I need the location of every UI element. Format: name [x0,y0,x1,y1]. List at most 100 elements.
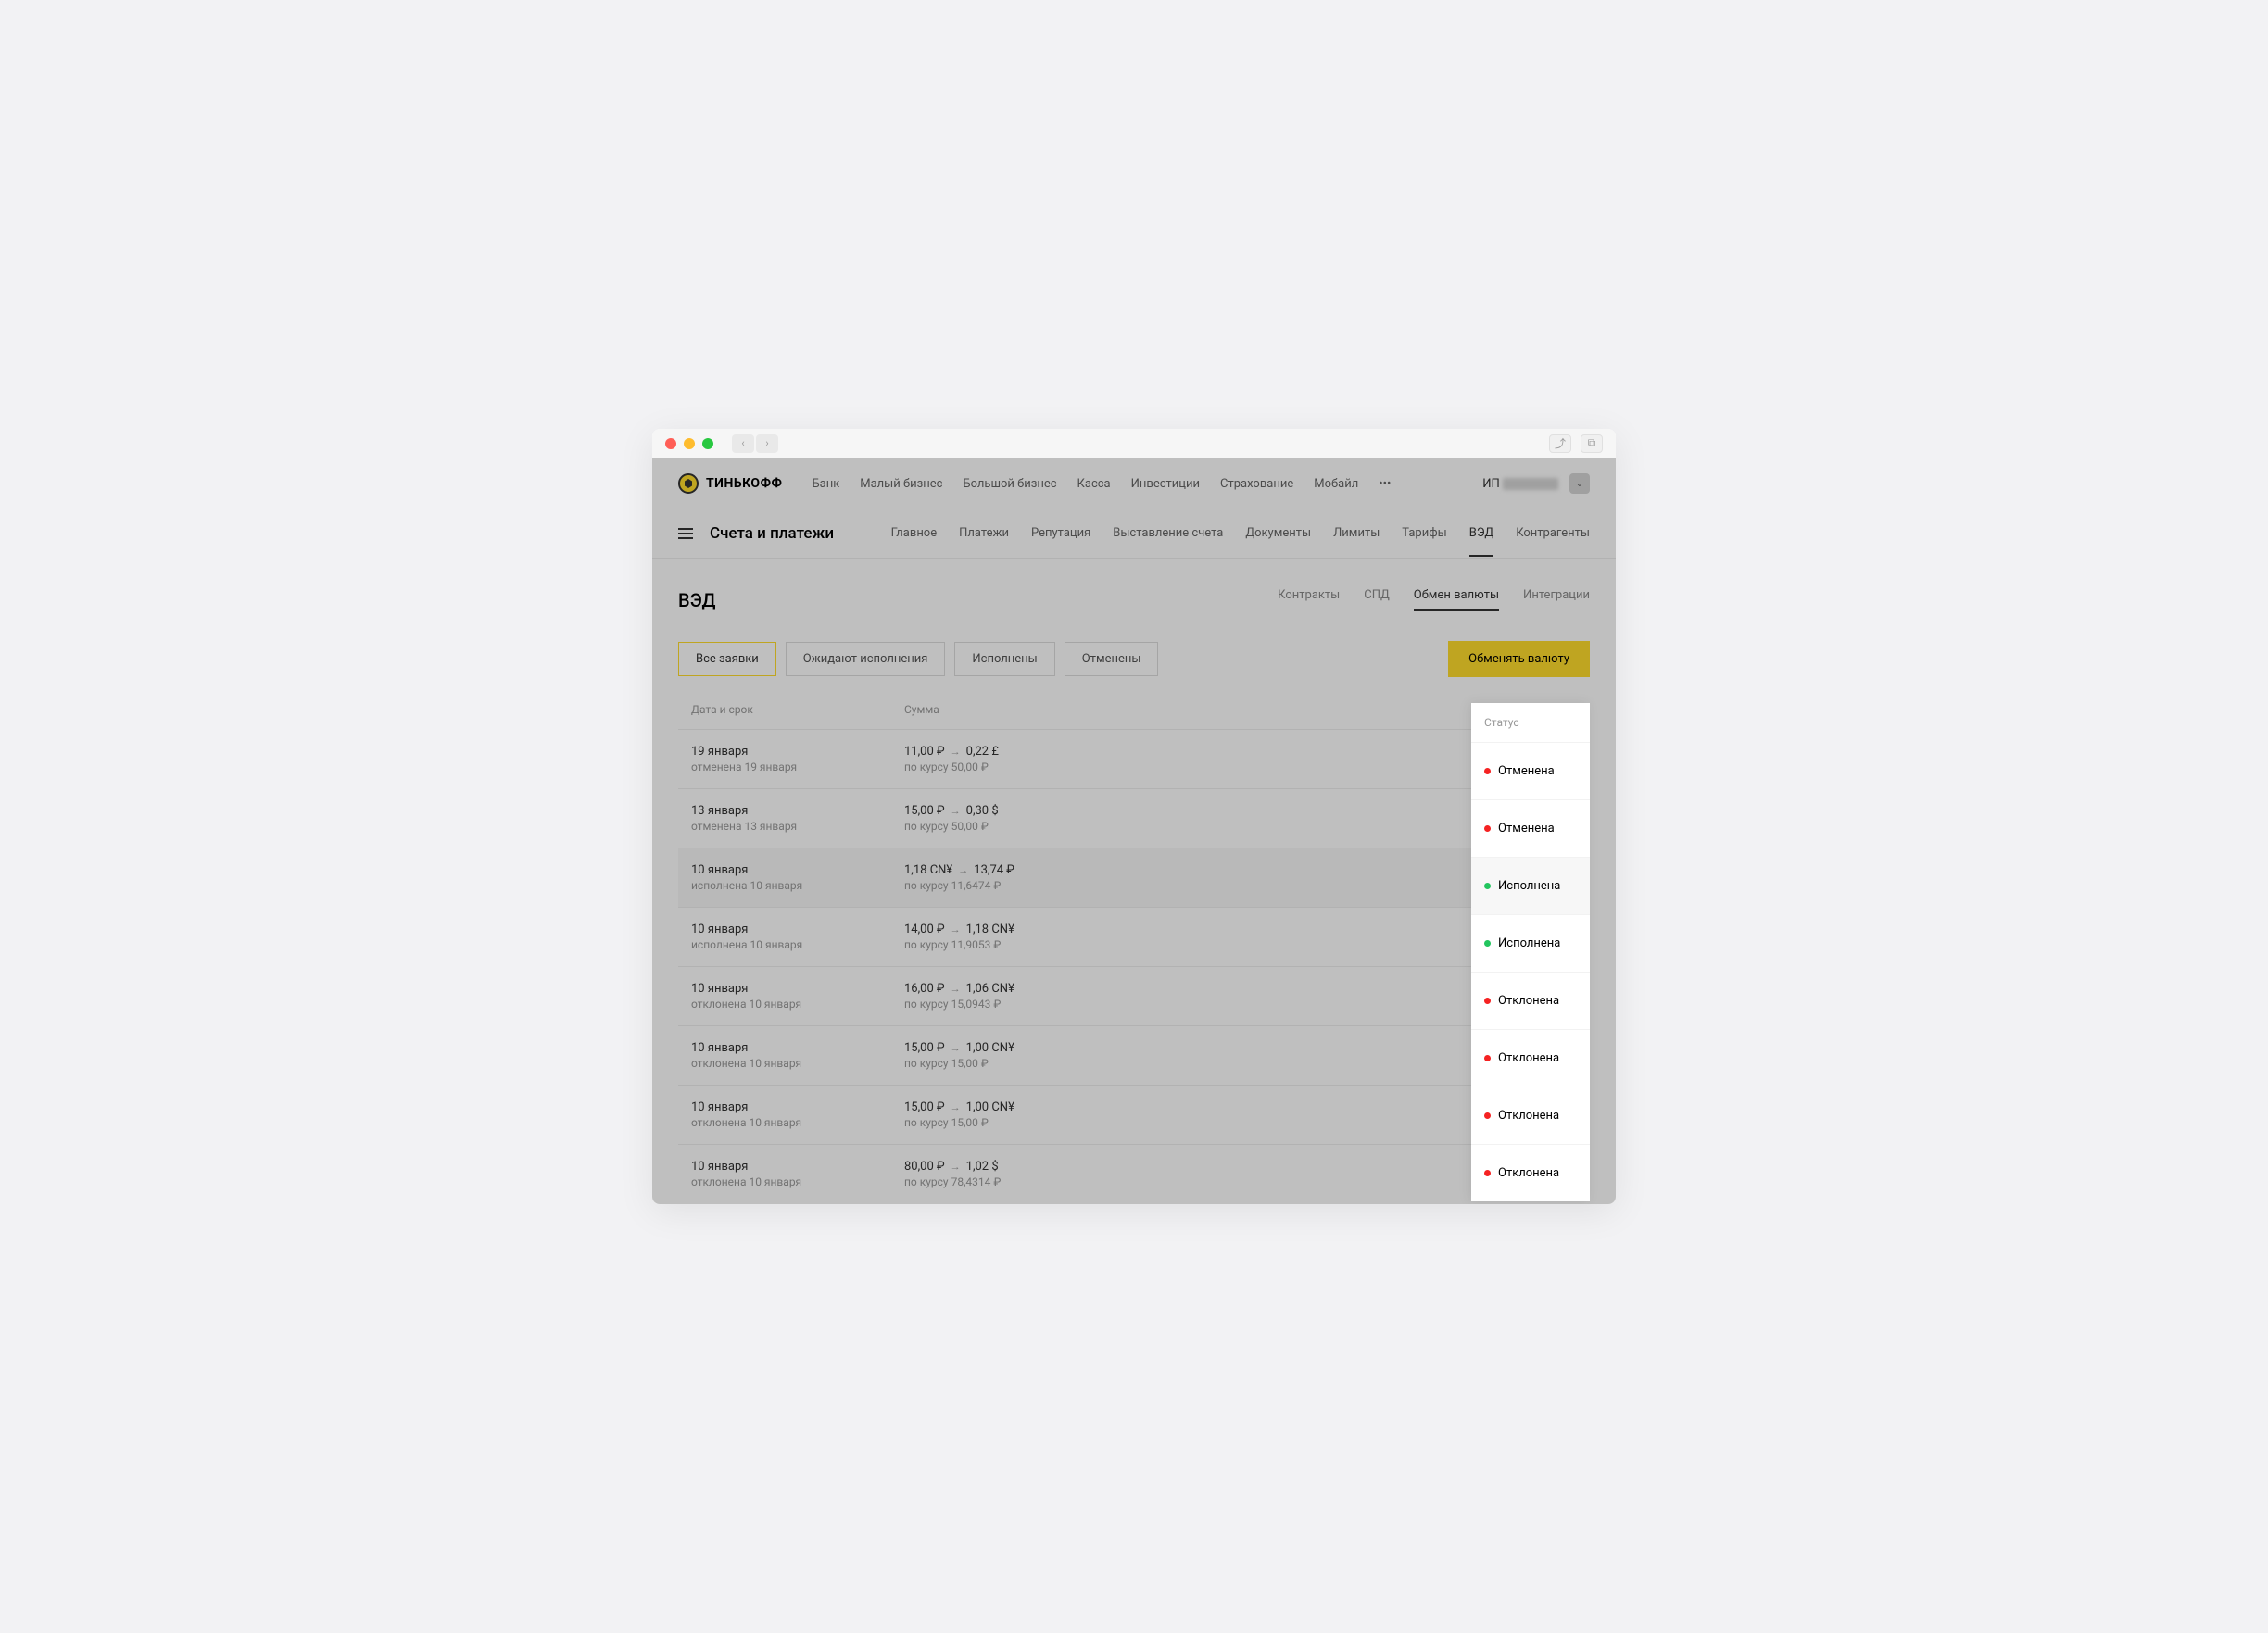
date-text: 10 января [691,1100,904,1114]
share-icon[interactable]: ⤴ [1549,434,1571,453]
amount-from: 1,18 CN¥ [904,863,952,877]
amount-to: 1,18 CN¥ [966,923,1014,936]
app-content: ТИНЬКОФФ Банк Малый бизнес Большой бизнес К… [652,458,1616,1204]
page-tab[interactable]: СПД [1364,588,1390,611]
back-button[interactable]: ‹ [732,434,754,453]
row-date: 10 января отклонена 10 января [691,1160,904,1188]
page-tab[interactable]: Интеграции [1523,588,1590,611]
filter-button[interactable]: Ожидают исполнения [786,642,946,676]
amount-to: 13,74 ₽ [974,863,1014,877]
status-header: Статус [1471,703,1590,742]
status-row[interactable]: Отменена [1471,742,1590,799]
subnav-item[interactable]: Документы [1245,526,1311,557]
topnav-item[interactable]: Банк [812,477,839,491]
date-text: 10 января [691,982,904,996]
table-row[interactable]: 19 января отменена 19 января 11,00 ₽ → 0… [678,729,1590,788]
top-nav: ТИНЬКОФФ Банк Малый бизнес Большой бизнес К… [652,458,1616,509]
status-row[interactable]: Исполнена [1471,857,1590,914]
amount-to: 0,30 $ [966,804,999,818]
tabs-icon[interactable]: ⧉ [1581,434,1603,453]
brand-name: ТИНЬКОФФ [706,476,782,491]
topnav-item[interactable]: ••• [1379,477,1391,491]
titlebar: ‹ › ⤴ ⧉ [652,429,1616,458]
status-dot-icon [1484,998,1491,1004]
topnav-item[interactable]: Страхование [1220,477,1293,491]
amount-to: 1,06 CN¥ [966,982,1014,996]
maximize-window[interactable] [702,438,713,449]
table-row[interactable]: 10 января исполнена 10 января 1,18 CN¥ →… [678,848,1590,907]
status-label: Отклонена [1498,994,1559,1008]
subnav-item[interactable]: Контрагенты [1516,526,1590,557]
subnav-item[interactable]: ВЭД [1469,526,1493,557]
table-row[interactable]: 10 января отклонена 10 января 15,00 ₽ → … [678,1025,1590,1085]
status-dot-icon [1484,1055,1491,1061]
status-row[interactable]: Отклонена [1471,972,1590,1029]
subnav-item[interactable]: Лимиты [1333,526,1380,557]
status-label: Отклонена [1498,1109,1559,1123]
date-sub: отклонена 10 января [691,1175,904,1188]
table-row[interactable]: 10 января исполнена 10 января 14,00 ₽ → … [678,907,1590,966]
amount-from: 14,00 ₽ [904,923,945,936]
amount-from: 80,00 ₽ [904,1160,945,1174]
status-row[interactable]: Отклонена [1471,1087,1590,1144]
subnav-item[interactable]: Платежи [959,526,1009,557]
user-name-blurred [1503,478,1558,490]
row-date: 10 января исполнена 10 января [691,863,904,892]
close-window[interactable] [665,438,676,449]
arrow-right-icon: → [951,1101,961,1113]
table-row[interactable]: 10 января отклонена 10 января 80,00 ₽ → … [678,1144,1590,1203]
page-tab[interactable]: Контракты [1278,588,1340,611]
table-row[interactable]: 10 января отклонена 10 января 15,00 ₽ → … [678,1085,1590,1144]
topnav-item[interactable]: Малый бизнес [860,477,942,491]
row-date: 10 января отклонена 10 января [691,1041,904,1070]
table-row[interactable]: 10 января отклонена 10 января 16,00 ₽ → … [678,966,1590,1025]
arrow-right-icon: → [951,983,961,995]
user-area[interactable]: ИП ⌄ [1482,473,1590,494]
status-dot-icon [1484,825,1491,832]
row-date: 13 января отменена 13 января [691,804,904,833]
table-row[interactable]: 13 января отменена 13 января 15,00 ₽ → 0… [678,788,1590,848]
subnav-item[interactable]: Репутация [1031,526,1090,557]
chevron-down-icon[interactable]: ⌄ [1569,473,1590,494]
filter-button[interactable]: Исполнены [954,642,1054,676]
nav-buttons: ‹ › [732,434,778,453]
date-text: 10 января [691,1160,904,1174]
logo[interactable]: ТИНЬКОФФ [678,473,782,494]
date-text: 19 января [691,745,904,759]
arrow-right-icon: → [951,746,961,758]
exchange-currency-button[interactable]: Обменять валюту [1448,641,1590,677]
filter-button[interactable]: Отменены [1065,642,1159,676]
topnav-item[interactable]: Мобайл [1314,477,1358,491]
topnav-item[interactable]: Большой бизнес [963,477,1056,491]
page-title: ВЭД [678,589,716,611]
status-row[interactable]: Исполнена [1471,914,1590,972]
browser-window: ‹ › ⤴ ⧉ ТИНЬКОФФ Банк Малый бизнес Большой… [652,429,1616,1204]
date-sub: отклонена 10 января [691,1116,904,1129]
topnav-item[interactable]: Инвестиции [1131,477,1200,491]
page-tab[interactable]: Обмен валюты [1414,588,1499,611]
hamburger-icon[interactable] [678,528,693,539]
status-dot-icon [1484,1112,1491,1119]
forward-button[interactable]: › [756,434,778,453]
amount-to: 1,00 CN¥ [966,1100,1014,1114]
subnav-item[interactable]: Тарифы [1402,526,1446,557]
subnav-item[interactable]: Выставление счета [1113,526,1223,557]
minimize-window[interactable] [684,438,695,449]
date-sub: отменена 13 января [691,820,904,833]
status-label: Исполнена [1498,936,1560,950]
status-row[interactable]: Отклонена [1471,1144,1590,1201]
arrow-right-icon: → [951,1042,961,1054]
status-column-popup: Статус ОтмененаОтмененаИсполненаИсполнен… [1471,703,1590,1201]
subnav-item[interactable]: Главное [891,526,938,557]
sub-nav: Счета и платежи Главное Платежи Репутация В… [652,509,1616,559]
arrow-right-icon: → [951,1161,961,1173]
amount-to: 1,02 $ [966,1160,999,1174]
status-dot-icon [1484,883,1491,889]
status-row[interactable]: Отменена [1471,799,1590,857]
topnav-item[interactable]: Касса [1077,477,1111,491]
date-sub: исполнена 10 января [691,938,904,951]
amount-from: 16,00 ₽ [904,982,945,996]
filter-button[interactable]: Все заявки [678,642,776,676]
status-row[interactable]: Отклонена [1471,1029,1590,1087]
subnav-title: Счета и платежи [710,524,834,543]
